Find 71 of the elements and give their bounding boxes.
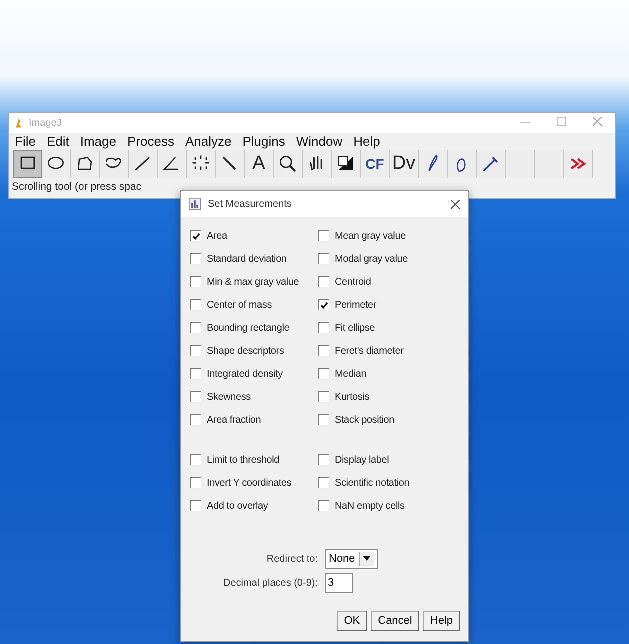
- checkbox[interactable]: [190, 414, 202, 426]
- checkbox-label: Fit ellipse: [335, 322, 376, 334]
- chart-icon: [189, 198, 201, 210]
- menu-item[interactable]: Window: [296, 134, 343, 149]
- checkbox-label: Area fraction: [207, 414, 262, 426]
- checkbox-label: NaN empty cells: [335, 500, 405, 512]
- redirect-dropdown[interactable]: None: [325, 549, 378, 569]
- checkbox-label: Kurtosis: [335, 392, 370, 402]
- checkbox-label: Shape descriptors: [207, 346, 284, 356]
- checkbox-label: Center of mass: [207, 300, 272, 310]
- dialog-button[interactable]: Cancel: [371, 611, 420, 631]
- checkbox[interactable]: [190, 322, 202, 334]
- checkbox-label: Perimeter: [335, 300, 377, 310]
- decimal-places-field[interactable]: 3: [325, 573, 353, 593]
- dialog-button[interactable]: Help: [423, 611, 460, 631]
- checkbox[interactable]: [190, 276, 202, 288]
- menu-item[interactable]: Image: [80, 134, 116, 149]
- checkbox[interactable]: [190, 253, 202, 265]
- checkbox-label: Skewness: [207, 392, 251, 402]
- menu-item[interactable]: Help: [354, 134, 380, 149]
- checkbox-label: Invert Y coordinates: [207, 478, 292, 488]
- checkbox[interactable]: [318, 500, 330, 512]
- checkbox[interactable]: [318, 299, 330, 311]
- checkbox[interactable]: [318, 368, 330, 380]
- checkbox[interactable]: [190, 230, 202, 242]
- status-text: Scrolling tool (or press spac: [11, 180, 143, 195]
- checkbox-label: Bounding rectangle: [207, 322, 290, 334]
- checkbox[interactable]: [318, 454, 330, 466]
- close-icon[interactable]: [451, 200, 460, 208]
- checkbox-label: Add to overlay: [207, 500, 268, 512]
- checkbox[interactable]: [318, 414, 330, 426]
- menu-item[interactable]: Process: [128, 134, 174, 149]
- checkbox[interactable]: [190, 391, 202, 403]
- window-title: ImageJ: [29, 118, 63, 128]
- redirect-label: Redirect to:: [266, 554, 319, 564]
- checkbox[interactable]: [318, 477, 330, 489]
- checkbox-label: Centroid: [335, 276, 372, 288]
- checkbox-label: Modal gray value: [335, 254, 408, 264]
- checkbox-label: Median: [335, 368, 367, 380]
- checkbox-label: Limit to threshold: [207, 454, 280, 466]
- checkbox[interactable]: [318, 253, 330, 265]
- checkbox[interactable]: [318, 322, 330, 334]
- checkbox-label: Integrated density: [207, 368, 283, 380]
- checkbox-label: Scientific notation: [335, 478, 410, 488]
- checkbox-label: Display label: [335, 454, 390, 466]
- checkbox[interactable]: [190, 454, 202, 466]
- dialog-title: Set Measurements: [208, 198, 293, 210]
- checkbox[interactable]: [190, 477, 202, 489]
- tool-button[interactable]: [13, 150, 42, 178]
- checkbox[interactable]: [318, 391, 330, 403]
- menu-item[interactable]: Edit: [46, 134, 70, 149]
- decimal-places-label: Decimal places (0-9):: [222, 578, 319, 588]
- caret-icon: [359, 552, 374, 566]
- checkbox[interactable]: [190, 500, 202, 512]
- checkbox-label: Feret's diameter: [335, 346, 404, 356]
- menu-item[interactable]: Analyze: [185, 134, 232, 149]
- magnifier-icon: [277, 153, 299, 175]
- checkbox-label: Stack position: [335, 414, 394, 426]
- checkbox[interactable]: [318, 276, 330, 288]
- checkbox[interactable]: [318, 345, 330, 357]
- checkbox[interactable]: [318, 230, 330, 242]
- checkbox[interactable]: [190, 345, 202, 357]
- checkbox[interactable]: [190, 368, 202, 380]
- dialog-button[interactable]: OK: [337, 611, 368, 631]
- checkbox-label: Min & max gray value: [207, 276, 300, 288]
- checkbox[interactable]: [190, 299, 202, 311]
- menu-item[interactable]: Plugins: [242, 134, 286, 149]
- menu-item[interactable]: File: [15, 134, 36, 149]
- checkbox-label: Area: [207, 230, 228, 242]
- checkbox-label: Standard deviation: [207, 254, 287, 264]
- checkbox-label: Mean gray value: [335, 230, 406, 242]
